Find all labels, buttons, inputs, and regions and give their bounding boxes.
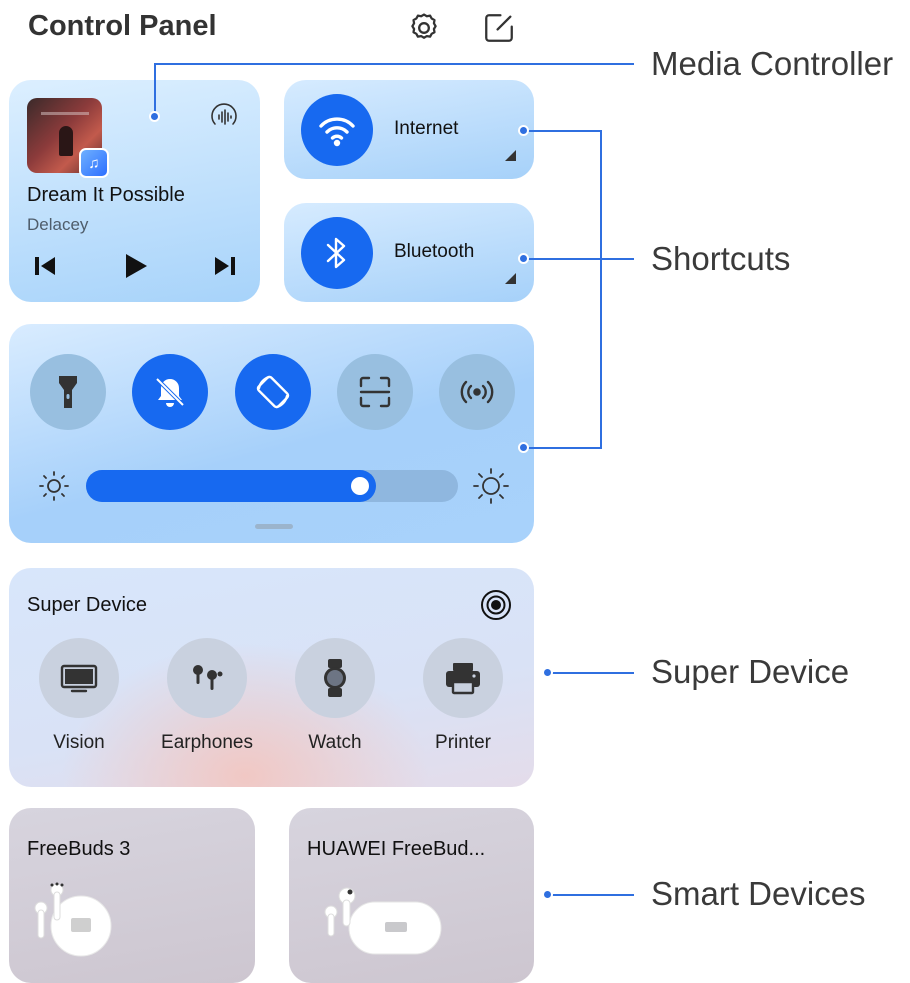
bluetooth-label: Bluetooth	[394, 241, 475, 262]
gear-icon[interactable]	[406, 10, 442, 46]
annotation-leader	[524, 447, 602, 449]
tv-icon	[39, 638, 119, 718]
super-device-title: Super Device	[27, 594, 148, 616]
annotation-leader	[600, 130, 602, 449]
play-icon[interactable]	[121, 252, 151, 280]
flashlight-icon[interactable]	[30, 354, 106, 430]
expand-corner-icon[interactable]	[505, 273, 516, 284]
annotation-leader	[154, 63, 156, 117]
previous-icon[interactable]	[31, 252, 59, 280]
super-device-item-printer[interactable]: Printer	[423, 638, 503, 754]
earbuds-case-icon	[319, 878, 459, 978]
annotation-leader	[548, 672, 634, 674]
song-title: Dream It Possible	[27, 184, 185, 206]
annotation-smart-devices: Smart Devices	[651, 875, 866, 912]
audio-output-icon[interactable]	[207, 100, 241, 134]
annotation-leader	[524, 258, 634, 260]
annotation-leader	[154, 63, 634, 65]
super-device-label: Watch	[308, 732, 362, 753]
internet-shortcut[interactable]: Internet	[284, 80, 534, 179]
expand-handle[interactable]	[255, 524, 293, 529]
auto-rotate-icon[interactable]	[235, 354, 311, 430]
media-controller-card[interactable]: ♫ Dream It Possible Delacey	[9, 80, 260, 302]
annotation-leader	[524, 130, 602, 132]
annotation-dot	[542, 889, 553, 900]
brightness-slider[interactable]	[86, 470, 458, 502]
annotation-media-controller: Media Controller	[651, 45, 894, 82]
annotation-dot	[149, 111, 160, 122]
smart-device-title: HUAWEI FreeBud...	[307, 838, 486, 860]
annotation-shortcuts: Shortcuts	[651, 240, 791, 277]
wifi-icon[interactable]	[301, 94, 373, 166]
music-app-icon: ♫	[79, 148, 109, 178]
super-device-item-earphones[interactable]: Earphones	[161, 638, 253, 754]
annotation-super-device: Super Device	[651, 653, 850, 690]
super-device-label: Earphones	[161, 732, 253, 753]
super-device-radar-icon[interactable]	[479, 588, 513, 622]
screenshot-icon[interactable]	[337, 354, 413, 430]
brightness-knob[interactable]	[351, 477, 369, 495]
annotation-leader	[548, 894, 634, 896]
quick-toggles-card	[9, 324, 534, 543]
super-device-item-watch[interactable]: Watch	[295, 638, 375, 754]
expand-corner-icon[interactable]	[505, 150, 516, 161]
next-icon[interactable]	[211, 252, 239, 280]
super-device-item-vision[interactable]: Vision	[39, 638, 119, 754]
smart-device-card-huawei-freebuds[interactable]: HUAWEI FreeBud...	[289, 808, 534, 983]
page-title: Control Panel	[28, 10, 217, 42]
smart-device-title: FreeBuds 3	[27, 838, 131, 860]
printer-icon	[423, 638, 503, 718]
super-device-label: Vision	[53, 732, 105, 753]
bluetooth-icon[interactable]	[301, 217, 373, 289]
bluetooth-shortcut[interactable]: Bluetooth	[284, 203, 534, 302]
annotation-dot	[518, 442, 529, 453]
watch-icon	[295, 638, 375, 718]
super-device-card[interactable]: Super Device Vision Earphones Watch Prin…	[9, 568, 534, 787]
silent-bell-icon[interactable]	[132, 354, 208, 430]
earphones-icon	[167, 638, 247, 718]
earbuds-case-icon	[25, 878, 145, 978]
edit-icon[interactable]	[481, 10, 517, 46]
smart-device-card-freebuds-3[interactable]: FreeBuds 3	[9, 808, 255, 983]
brightness-fill	[86, 470, 376, 502]
annotation-dot	[542, 667, 553, 678]
hotspot-icon[interactable]	[439, 354, 515, 430]
brightness-low-icon	[37, 469, 71, 503]
super-device-label: Printer	[435, 732, 491, 753]
annotation-dot	[518, 253, 529, 264]
internet-label: Internet	[394, 118, 459, 139]
brightness-high-icon	[471, 466, 511, 506]
song-artist: Delacey	[27, 215, 89, 234]
annotation-dot	[518, 125, 529, 136]
